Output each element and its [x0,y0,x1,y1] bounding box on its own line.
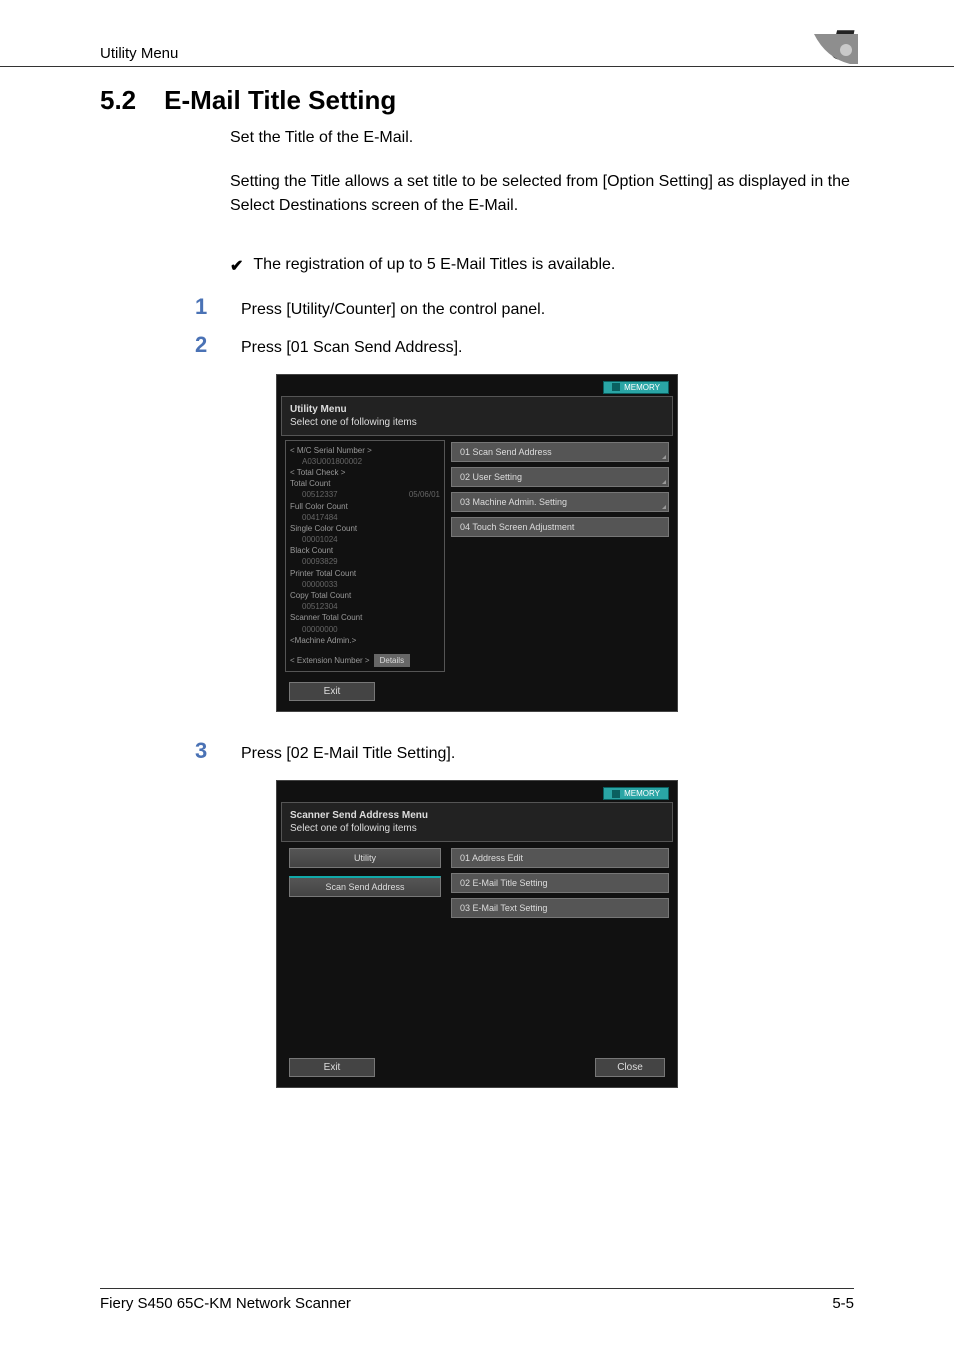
memory-label: MEMORY [624,789,660,798]
memory-icon [612,383,620,391]
menu-user-setting[interactable]: 02 User Setting [451,467,669,487]
black-count-label: Black Count [290,545,440,556]
step-1: 1 Press [Utility/Counter] on the control… [0,288,954,326]
menu-email-title-setting[interactable]: 02 E-Mail Title Setting [451,873,669,893]
page-footer: Fiery S450 65C-KM Network Scanner 5-5 [100,1288,854,1312]
exit-button[interactable]: Exit [289,682,375,701]
header-title: Utility Menu [100,45,178,62]
step-3: 3 Press [02 E-Mail Title Setting]. [0,732,954,770]
total-count-date: 05/06/01 [409,489,440,500]
sidebar-utility-button[interactable]: Utility [289,848,441,868]
total-check-label: < Total Check > [290,467,440,478]
memory-badge: MEMORY [603,787,669,800]
sidebar-panel: Utility Scan Send Address [285,846,445,1048]
details-button[interactable]: Details [374,654,410,667]
step-3-text: Press [02 E-Mail Title Setting]. [241,745,455,763]
full-color-value: 00417484 [290,512,440,523]
full-color-label: Full Color Count [290,501,440,512]
single-color-value: 00001024 [290,534,440,545]
step-1-text: Press [Utility/Counter] on the control p… [241,301,545,319]
menu-machine-admin-setting[interactable]: 03 Machine Admin. Setting [451,492,669,512]
section-title: E-Mail Title Setting [164,85,396,116]
screen-subtitle: Select one of following items [290,416,664,429]
menu-scan-send-address[interactable]: 01 Scan Send Address [451,442,669,462]
step-2-number: 2 [195,332,213,358]
paragraph-2: Setting the Title allows a set title to … [0,170,954,238]
memory-badge: MEMORY [603,381,669,394]
screen-subtitle: Select one of following items [290,822,664,835]
checkmark-icon: ✔ [230,256,243,276]
machine-info-panel: < M/C Serial Number > A03U001800002 < To… [285,440,445,673]
page-header: Utility Menu 5 [0,0,954,67]
step-2-text: Press [01 Scan Send Address]. [241,339,462,357]
step-3-number: 3 [195,738,213,764]
black-count-value: 00093829 [290,556,440,567]
screen-title: Utility Menu [290,403,664,416]
paragraph-1: Set the Title of the E-Mail. [0,126,954,170]
copy-total-value: 00512304 [290,601,440,612]
printer-total-value: 00000033 [290,579,440,590]
serial-value: A03U001800002 [290,456,440,467]
menu-panel: 01 Scan Send Address 02 User Setting 03 … [451,440,669,673]
utility-menu-screenshot: MEMORY Utility Menu Select one of follow… [276,374,678,713]
total-count-value: 00512337 [302,489,338,500]
checkmark-text: The registration of up to 5 E-Mail Title… [253,256,615,276]
extension-number-label: < Extension Number > [290,655,370,666]
machine-admin-label: <Machine Admin.> [290,635,440,646]
memory-label: MEMORY [624,383,660,392]
single-color-label: Single Color Count [290,523,440,534]
screen-header: Utility Menu Select one of following ite… [281,396,673,436]
menu-panel-2: 01 Address Edit 02 E-Mail Title Setting … [451,846,669,1048]
exit-button[interactable]: Exit [289,1058,375,1077]
serial-label: < M/C Serial Number > [290,445,440,456]
screen-header: Scanner Send Address Menu Select one of … [281,802,673,842]
menu-email-text-setting[interactable]: 03 E-Mail Text Setting [451,898,669,918]
scanner-total-value: 00000000 [290,624,440,635]
section-heading: 5.2 E-Mail Title Setting [0,85,954,126]
menu-address-edit[interactable]: 01 Address Edit [451,848,669,868]
copy-total-label: Copy Total Count [290,590,440,601]
step-2: 2 Press [01 Scan Send Address]. [0,326,954,364]
header-chapter-number: 5 [831,28,854,62]
footer-product-name: Fiery S450 65C-KM Network Scanner [100,1295,351,1312]
scanner-total-label: Scanner Total Count [290,612,440,623]
total-count-label: Total Count [290,478,440,489]
close-button[interactable]: Close [595,1058,665,1077]
checkmark-line: ✔ The registration of up to 5 E-Mail Tit… [0,238,954,288]
footer-page-number: 5-5 [832,1295,854,1312]
screen-title: Scanner Send Address Menu [290,809,664,822]
sidebar-scan-send-address-button[interactable]: Scan Send Address [289,876,441,897]
memory-icon [612,790,620,798]
menu-touch-screen-adjustment[interactable]: 04 Touch Screen Adjustment [451,517,669,537]
printer-total-label: Printer Total Count [290,568,440,579]
scanner-send-address-screenshot: MEMORY Scanner Send Address Menu Select … [276,780,678,1088]
step-1-number: 1 [195,294,213,320]
section-number: 5.2 [100,85,136,116]
